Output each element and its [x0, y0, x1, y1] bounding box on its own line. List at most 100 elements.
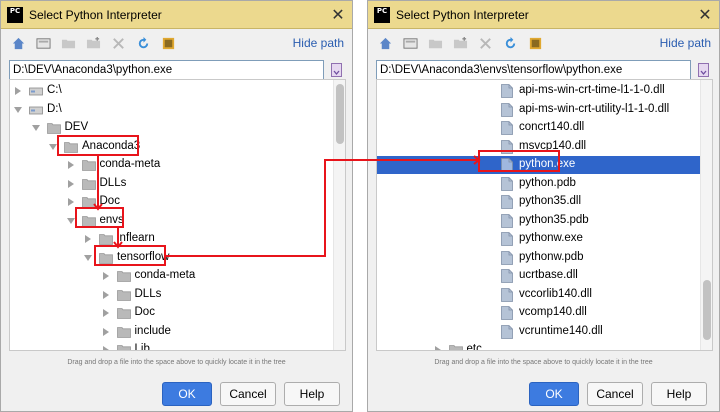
folder-icon [116, 270, 131, 282]
tree-node-lib[interactable]: Lib [10, 341, 333, 350]
tree-node-doc[interactable]: Doc [10, 304, 333, 322]
file-icon [501, 213, 515, 228]
tree-node-doc[interactable]: Doc [10, 193, 333, 211]
tree-node-ucrtbase-dll[interactable]: ucrtbase.dll [377, 267, 700, 285]
path-input[interactable] [9, 60, 324, 80]
tree-node-dlls[interactable]: DLLs [10, 286, 333, 304]
expand-arrow-icon[interactable] [67, 161, 74, 169]
folder-icon [99, 252, 113, 264]
scroll-thumb[interactable] [703, 280, 711, 340]
tree-node-label: DLLs [134, 287, 162, 300]
delete-icon[interactable] [476, 34, 494, 52]
expand-arrow-icon[interactable] [434, 346, 441, 350]
folder-icon [81, 159, 96, 171]
tree-node-dlls[interactable]: DLLs [10, 175, 333, 193]
tree-node-conda-meta[interactable]: conda-meta [10, 267, 333, 285]
tree-node-vcomp140-dll[interactable]: vcomp140.dll [377, 304, 700, 322]
expand-arrow-icon[interactable] [102, 290, 109, 299]
tree-node-label: DEV [64, 121, 89, 133]
path-input[interactable] [376, 60, 691, 80]
cancel-button[interactable]: Cancel [220, 382, 276, 406]
file-icon [501, 306, 515, 320]
close-icon[interactable]: ✕ [697, 7, 713, 24]
home-icon[interactable] [376, 34, 394, 52]
collapse-arrow-icon[interactable] [14, 106, 22, 113]
project-icon[interactable] [59, 34, 77, 52]
file-tree[interactable]: api-ms-win-crt-time-l1-1-0.dll api-ms-win… [376, 79, 713, 351]
tree-node-inflearn[interactable]: inflearn [10, 230, 333, 248]
tree-node-label: Doc [134, 306, 155, 318]
ok-button[interactable]: OK [529, 382, 579, 406]
hide-path-link[interactable]: Hide path [660, 36, 711, 50]
tree-node-tensorflow[interactable]: tensorflow [10, 249, 333, 267]
expand-arrow-icon[interactable] [102, 346, 109, 350]
expand-arrow-icon[interactable] [15, 87, 21, 95]
new-folder-icon[interactable] [84, 34, 102, 52]
dialog-title: Select Python Interpreter [29, 7, 162, 22]
desktop-icon[interactable] [401, 34, 419, 52]
tree-node-api-ms-win-crt-utility-l1-1-0-dll[interactable]: api-ms-win-crt-utility-l1-1-0.dll [377, 101, 700, 119]
desktop-icon[interactable] [34, 34, 52, 52]
ok-button[interactable]: OK [162, 382, 212, 406]
tree-node-msvcp140-dll[interactable]: msvcp140.dll [377, 138, 700, 156]
help-button[interactable]: Help [651, 382, 707, 406]
tree-node-vccorlib140-dll[interactable]: vccorlib140.dll [377, 286, 700, 304]
tree-node-python-exe[interactable]: python.exe [377, 156, 700, 174]
new-folder-icon[interactable] [451, 34, 469, 52]
tree-node-pythonw-pdb[interactable]: pythonw.pdb [377, 249, 700, 267]
tree-node-label: Anaconda3 [82, 139, 141, 152]
pycharm-logo-icon: PC [374, 6, 390, 23]
refresh-icon[interactable] [501, 34, 519, 52]
title-bar: PC Select Python Interpreter ✕ [1, 1, 352, 29]
collapse-arrow-icon[interactable] [66, 217, 75, 224]
cancel-button[interactable]: Cancel [587, 382, 643, 406]
expand-arrow-icon[interactable] [67, 198, 74, 206]
tree-node-d[interactable]: D:\ [10, 101, 333, 119]
expand-arrow-icon[interactable] [67, 179, 74, 188]
file-icon [501, 121, 515, 135]
file-icon [501, 195, 515, 209]
tree-node-include[interactable]: include [10, 323, 333, 341]
expand-arrow-icon[interactable] [85, 235, 91, 243]
hide-path-link[interactable]: Hide path [293, 36, 344, 50]
expand-arrow-icon[interactable] [102, 272, 109, 280]
tree-node-etc[interactable]: etc [377, 341, 700, 350]
show-hidden-icon[interactable] [159, 34, 177, 52]
help-button[interactable]: Help [284, 382, 340, 406]
tree-node-python35-pdb[interactable]: python35.pdb [377, 212, 700, 230]
tree-node-api-ms-win-crt-time-l1-1-0-dll[interactable]: api-ms-win-crt-time-l1-1-0.dll [377, 82, 700, 100]
tree-node-dev[interactable]: DEV [10, 119, 333, 137]
tree-node-python35-dll[interactable]: python35.dll [377, 193, 700, 211]
file-icon [501, 84, 515, 98]
tree-node-pythonw-exe[interactable]: pythonw.exe [377, 230, 700, 248]
delete-icon[interactable] [109, 34, 127, 52]
path-history-icon[interactable] [695, 61, 711, 79]
collapse-arrow-icon[interactable] [31, 125, 40, 131]
collapse-arrow-icon[interactable] [49, 143, 57, 150]
scroll-thumb[interactable] [336, 84, 344, 144]
collapse-arrow-icon[interactable] [84, 254, 92, 261]
tree-node-vcruntime140-dll[interactable]: vcruntime140.dll [377, 323, 700, 341]
tree-node-label: C:\ [47, 84, 62, 96]
file-icon [501, 139, 515, 154]
tree-node-python-pdb[interactable]: python.pdb [377, 175, 700, 193]
expand-arrow-icon[interactable] [102, 309, 109, 317]
tree-node-label: python35.pdb [519, 213, 589, 226]
home-icon[interactable] [9, 34, 27, 52]
tree-node-conda-meta[interactable]: conda-meta [10, 156, 333, 174]
project-icon[interactable] [426, 34, 444, 52]
tree-scrollbar[interactable] [333, 80, 345, 350]
path-history-icon[interactable] [328, 61, 344, 79]
tree-node-envs[interactable]: envs [10, 212, 333, 230]
tree-scrollbar[interactable] [700, 80, 712, 350]
close-icon[interactable]: ✕ [330, 7, 346, 24]
tree-node-concrt140-dll[interactable]: concrt140.dll [377, 119, 700, 137]
expand-arrow-icon[interactable] [102, 327, 109, 336]
tree-node-anaconda3[interactable]: Anaconda3 [10, 138, 333, 156]
refresh-icon[interactable] [134, 34, 152, 52]
tree-node-c[interactable]: C:\ [10, 82, 333, 100]
folder-icon [46, 122, 61, 134]
path-row [9, 59, 344, 81]
show-hidden-icon[interactable] [526, 34, 544, 52]
file-tree[interactable]: C:\ D:\ DEV Anaconda3 conda-meta DLLs Doc envs i… [9, 79, 346, 351]
